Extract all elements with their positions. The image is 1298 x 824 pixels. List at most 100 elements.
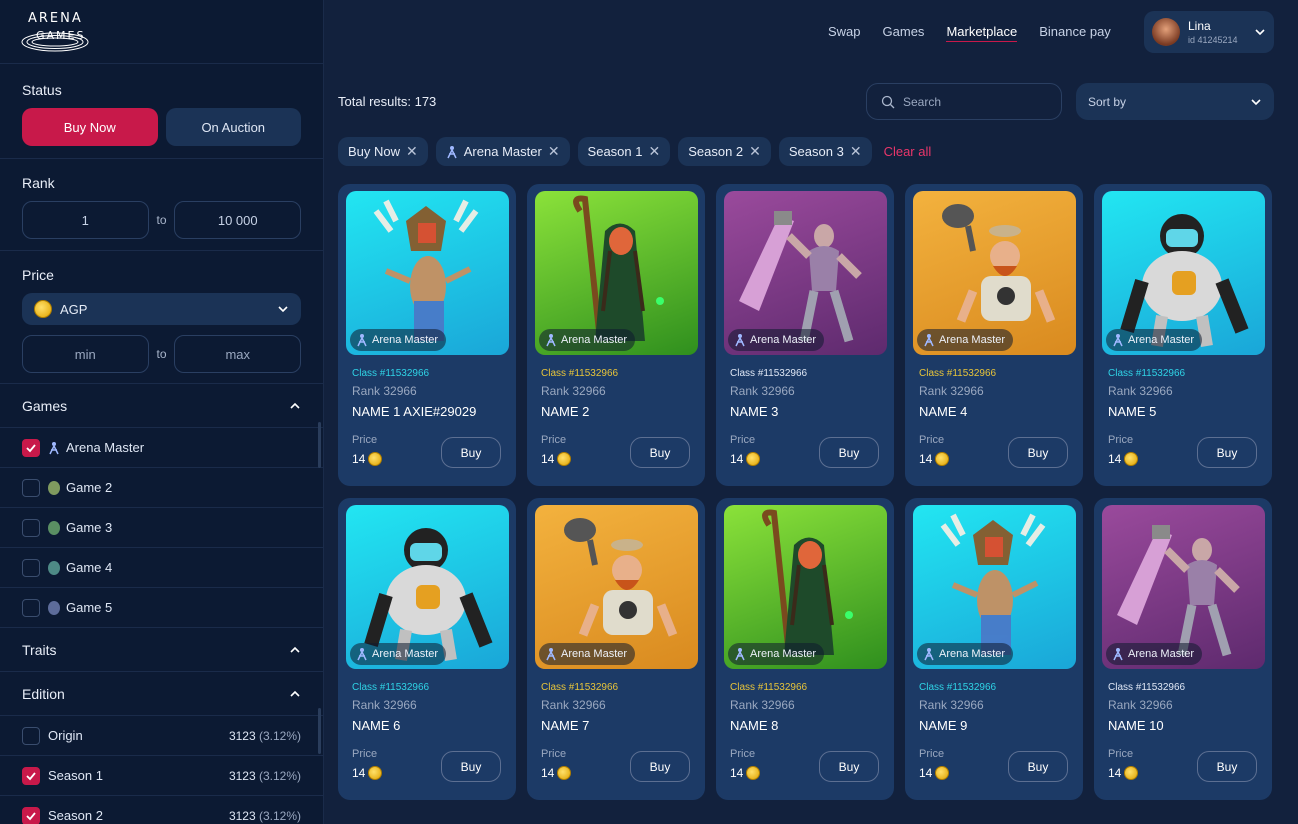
nft-card[interactable]: Arena Master Class #11532966 Rank 32966 NAM… [338,184,516,486]
nft-class: Class #11532966 [730,682,808,693]
chevron-down-icon [1251,98,1261,105]
buy-button[interactable]: Buy [630,437,690,468]
nft-rank: Rank 32966 [730,384,795,398]
user-menu[interactable]: Lina id 41245214 [1144,11,1274,53]
nav-games[interactable]: Games [883,24,925,42]
filter-chip: Arena Master ✕ [435,137,570,166]
nav-swap[interactable]: Swap [828,24,861,42]
checkbox[interactable] [22,766,40,785]
traits-title: Traits [22,641,57,658]
game-filter-item[interactable]: Arena Master [0,428,323,468]
filter-chip: Season 2 ✕ [678,137,771,166]
price-label: Price [919,748,945,760]
checkbox[interactable] [22,518,40,537]
game-tag-label: Arena Master [1128,334,1195,346]
checkbox[interactable] [22,598,40,617]
status-title: Status [22,82,62,98]
chevron-down-icon [1255,29,1265,36]
edition-title: Edition [22,685,65,702]
buy-button[interactable]: Buy [1008,751,1068,782]
nft-card[interactable]: Arena Master Class #11532966 Rank 32966 NAM… [716,184,894,486]
buy-button[interactable]: Buy [1008,437,1068,468]
edition-filter-item[interactable]: Season 2 3123 (3.12%) [0,796,323,824]
games-scrollbar[interactable] [318,422,321,468]
edition-section-header[interactable]: Edition [0,672,323,716]
nav-marketplace[interactable]: Marketplace [946,24,1018,42]
nft-card[interactable]: Arena Master Class #11532966 Rank 32966 NAM… [1094,184,1272,486]
game-filter-label: Game 3 [66,520,113,535]
checkbox[interactable] [22,558,40,577]
filter-chip-label: Buy Now [348,144,401,159]
price-max-input[interactable]: max [174,335,301,373]
games-section-header[interactable]: Games [0,384,323,428]
rank-max-input[interactable]: 10 000 [174,201,301,239]
sort-select[interactable]: Sort by [1076,83,1274,120]
game-tag-label: Arena Master [1128,648,1195,660]
currency-select[interactable]: AGP [22,293,301,325]
nft-card[interactable]: Arena Master Class #11532966 Rank 32966 NAM… [716,498,894,800]
nft-card[interactable]: Arena Master Class #11532966 Rank 32966 NAM… [905,184,1083,486]
edition-filter-item[interactable]: Origin 3123 (3.12%) [0,716,323,756]
game-filter-item[interactable]: Game 3 [0,508,323,548]
nav-binance-pay[interactable]: Binance pay [1039,24,1111,42]
price-value: 14 [730,766,744,780]
edition-count-value: 3123 [228,768,259,783]
checkbox[interactable] [22,478,40,497]
buy-button[interactable]: Buy [1197,751,1257,782]
edition-count-percent: (3.12%) [258,808,301,823]
buy-button[interactable]: Buy [819,751,879,782]
logo-line2: GAMES [36,29,86,42]
nft-card[interactable]: Arena Master Class #11532966 Rank 32966 NAM… [1094,498,1272,800]
edition-filter-item[interactable]: Season 1 3123 (3.12%) [0,756,323,796]
rank-min-input[interactable]: 1 [22,201,149,239]
game-filter-item[interactable]: Game 4 [0,548,323,588]
logo[interactable]: ARENA GAMES [0,0,323,64]
top-nav: Swap Games Marketplace Binance pay [828,24,1111,42]
buy-button[interactable]: Buy [819,437,879,468]
arena-master-icon [546,334,556,347]
on-auction-button[interactable]: On Auction [165,108,301,146]
checkbox[interactable] [22,726,40,745]
close-icon[interactable]: ✕ [548,143,560,160]
close-icon[interactable]: ✕ [648,143,660,160]
nft-name: NAME 8 [730,718,779,733]
arena-master-icon [1113,648,1123,661]
buy-button[interactable]: Buy [630,751,690,782]
user-id: id 41245214 [1188,35,1238,45]
price-to-label: to [156,347,167,361]
edition-count: 3123 (3.12%) [229,769,301,783]
buy-button[interactable]: Buy [441,751,501,782]
game-tag-label: Arena Master [939,334,1006,346]
close-icon[interactable]: ✕ [850,143,862,160]
agp-coin-icon [935,766,950,780]
nft-card[interactable]: Arena Master Class #11532966 Rank 32966 NAM… [527,184,705,486]
close-icon[interactable]: ✕ [749,143,761,160]
search-placeholder: Search [903,94,942,109]
checkbox[interactable] [22,438,40,457]
close-icon[interactable]: ✕ [406,143,418,160]
price-value: 14 [1108,766,1122,780]
traits-section-header[interactable]: Traits [0,628,323,672]
nft-card[interactable]: Arena Master Class #11532966 Rank 32966 NAM… [338,498,516,800]
price-min-input[interactable]: min [22,335,149,373]
game-filter-item[interactable]: Game 5 [0,588,323,628]
game-filter-item[interactable]: Game 2 [0,468,323,508]
nft-card[interactable]: Arena Master Class #11532966 Rank 32966 NAM… [527,498,705,800]
search-input[interactable]: Search [866,83,1062,120]
nft-price: 14 [730,452,761,466]
nft-price: 14 [919,766,950,780]
buy-button[interactable]: Buy [441,437,501,468]
edition-scrollbar[interactable] [318,708,321,754]
nft-card[interactable]: Arena Master Class #11532966 Rank 32966 NAM… [905,498,1083,800]
game-filter-label: Game 5 [66,600,113,615]
buy-button[interactable]: Buy [1197,437,1257,468]
filters-sidebar: ARENA GAMES Status Buy Now On Auction Ra… [0,0,324,824]
nft-class: Class #11532966 [1108,368,1186,379]
nft-name: NAME 10 [1108,718,1164,733]
filter-chip-label: Arena Master [463,144,542,159]
checkbox[interactable] [22,806,40,824]
buy-now-button[interactable]: Buy Now [22,108,158,146]
clear-all-link[interactable]: Clear all [884,144,932,159]
nft-image: Arena Master [346,505,509,669]
nft-price: 14 [541,452,572,466]
